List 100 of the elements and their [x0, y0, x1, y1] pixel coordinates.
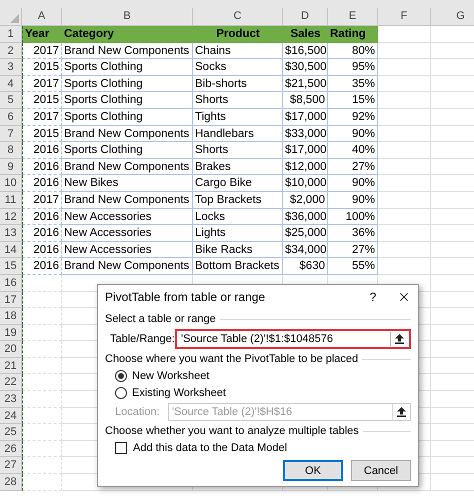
empty-cell[interactable] — [378, 76, 431, 92]
help-button[interactable]: ? — [363, 288, 383, 306]
table-cell: 15% — [328, 92, 378, 109]
column-header[interactable]: G — [431, 8, 474, 25]
row-header[interactable]: 21 — [0, 358, 22, 374]
table-cell: 2015 — [22, 126, 62, 142]
table-cell: Brand New Components — [62, 158, 193, 176]
collapse-icon — [397, 407, 406, 417]
table-cell: Chains — [193, 42, 283, 60]
table-cell: 90% — [328, 175, 378, 192]
row-header[interactable]: 10 — [0, 175, 22, 192]
radio-label[interactable]: New Worksheet — [132, 369, 210, 383]
table-cell: 2016 — [22, 208, 62, 226]
empty-cell[interactable] — [378, 258, 431, 275]
row-header[interactable]: 11 — [0, 192, 22, 209]
row-header[interactable]: 8 — [0, 142, 22, 159]
row-header[interactable]: 15 — [0, 258, 22, 275]
select-all-icon[interactable] — [10, 14, 19, 23]
row-header[interactable]: 20 — [0, 341, 22, 358]
checkbox-label[interactable]: Add this data to the Data Model — [133, 441, 288, 455]
row-header[interactable]: 2 — [0, 42, 22, 60]
table-cell: $10,000 — [283, 175, 328, 192]
empty-cell[interactable] — [378, 175, 431, 192]
row-header[interactable]: 13 — [0, 225, 22, 242]
table-cell: Socks — [193, 59, 283, 76]
row-header[interactable]: 18 — [0, 308, 22, 325]
radio-button[interactable] — [115, 387, 127, 399]
table-cell: 2017 — [22, 108, 62, 126]
row-header[interactable]: 17 — [0, 292, 22, 308]
row-header[interactable]: 5 — [0, 92, 22, 109]
table-cell: $34,000 — [283, 242, 328, 258]
table-cell: 2016 — [22, 158, 62, 176]
row-header[interactable]: 22 — [0, 374, 22, 392]
empty-cell[interactable] — [378, 59, 431, 76]
table-cell: $30,500 — [283, 59, 328, 76]
row-header[interactable]: 14 — [0, 242, 22, 258]
row-header[interactable]: 4 — [0, 76, 22, 92]
empty-cell[interactable] — [378, 108, 431, 126]
column-title: Year — [22, 26, 62, 43]
column-header[interactable]: F — [378, 8, 431, 25]
column-header[interactable]: E — [328, 8, 378, 25]
table-cell: $17,000 — [283, 142, 328, 159]
table-cell: Sports Clothing — [62, 76, 193, 92]
close-icon[interactable] — [397, 290, 411, 304]
empty-cell[interactable] — [378, 192, 431, 209]
table-cell: $17,000 — [283, 108, 328, 126]
row-header[interactable]: 9 — [0, 158, 22, 176]
table-cell: 95% — [328, 59, 378, 76]
empty-cell[interactable] — [378, 225, 431, 242]
row-header[interactable]: 24 — [0, 408, 22, 424]
table-cell: 90% — [328, 192, 378, 209]
row-header[interactable]: 12 — [0, 208, 22, 226]
empty-cell[interactable] — [378, 42, 431, 60]
table-cell: Bottom Brackets — [193, 258, 283, 275]
table-cell: $36,000 — [283, 208, 328, 226]
empty-cell[interactable] — [378, 158, 431, 176]
row-header[interactable]: 19 — [0, 324, 22, 342]
location-value: 'Source Table (2)'!$H$16 — [171, 405, 294, 419]
range-field[interactable]: 'Source Table (2)'!$1:$1048576 — [175, 329, 411, 349]
row-header[interactable]: 25 — [0, 424, 22, 441]
table-cell: Brakes — [193, 158, 283, 176]
table-cell: Top Brackets — [193, 192, 283, 209]
dialog-button[interactable]: OK — [283, 460, 343, 481]
row-header[interactable]: 26 — [0, 440, 22, 458]
column-title: Product — [193, 26, 283, 43]
empty-cell[interactable] — [378, 242, 431, 258]
column-title: Category — [62, 26, 193, 43]
checkbox[interactable] — [115, 442, 127, 454]
table-cell: 2016 — [22, 225, 62, 242]
table-cell: Brand New Components — [62, 42, 193, 60]
table-cell: $25,000 — [283, 225, 328, 242]
table-cell: Sports Clothing — [62, 108, 193, 126]
empty-cell[interactable] — [378, 208, 431, 226]
row-header[interactable]: 27 — [0, 457, 22, 474]
empty-cell[interactable] — [378, 142, 431, 159]
row-header[interactable]: 7 — [0, 126, 22, 142]
empty-cell[interactable] — [378, 92, 431, 109]
table-cell: Bib-shorts — [193, 76, 283, 92]
table-cell: Sports Clothing — [62, 142, 193, 159]
column-header[interactable]: B — [62, 8, 193, 25]
radio-label[interactable]: Existing Worksheet — [132, 386, 226, 400]
column-header[interactable]: A — [22, 8, 62, 25]
section-heading: Select a table or range — [105, 312, 216, 326]
row-header[interactable]: 16 — [0, 274, 22, 292]
table-cell: New Bikes — [62, 175, 193, 192]
column-title: Sales — [283, 26, 328, 43]
row-header[interactable]: 6 — [0, 108, 22, 126]
table-cell: 90% — [328, 126, 378, 142]
row-header[interactable]: 1 — [0, 26, 22, 43]
table-cell: 2016 — [22, 258, 62, 275]
column-header[interactable]: C — [193, 8, 283, 25]
table-cell: $630 — [283, 258, 328, 275]
empty-cell[interactable] — [378, 126, 431, 142]
radio-button[interactable] — [115, 370, 127, 382]
row-header[interactable]: 28 — [0, 474, 22, 491]
row-header[interactable]: 3 — [0, 59, 22, 76]
column-header[interactable]: D — [283, 8, 328, 25]
row-header[interactable]: 23 — [0, 391, 22, 408]
table-cell: Bike Racks — [193, 242, 283, 258]
dialog-button[interactable]: Cancel — [351, 460, 411, 481]
